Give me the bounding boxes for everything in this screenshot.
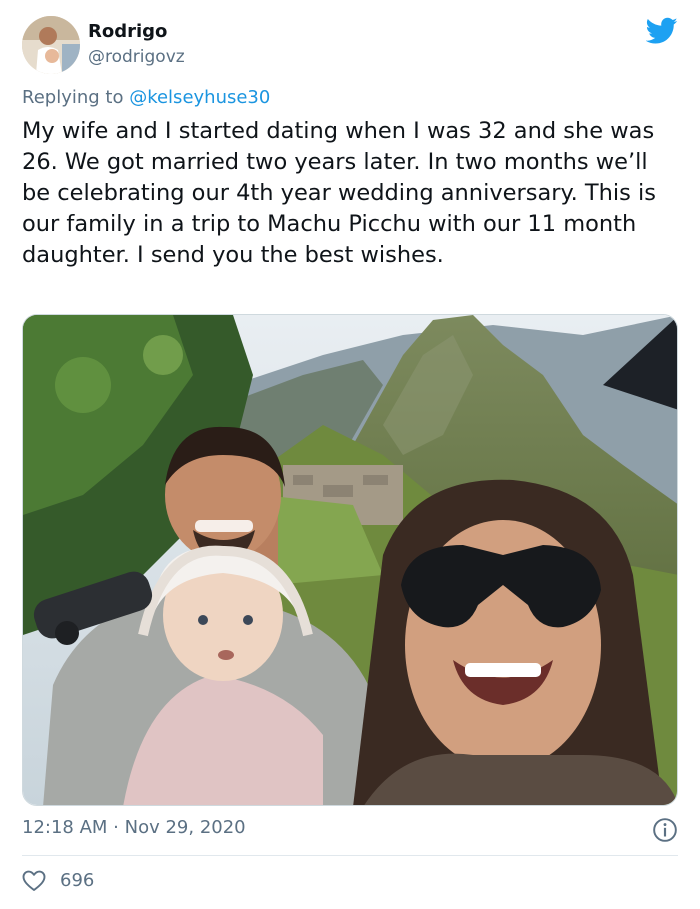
tweet-timestamp[interactable]: 12:18 AM · Nov 29, 2020 <box>22 816 246 840</box>
twitter-bird-icon[interactable] <box>646 17 678 45</box>
tweet-card: Rodrigo @rodrigovz Replying to @kelseyhu… <box>0 0 700 909</box>
display-name[interactable]: Rodrigo <box>88 21 167 43</box>
like-count[interactable]: 696 <box>60 869 94 893</box>
reply-mention-link[interactable]: @kelseyhuse30 <box>129 87 270 108</box>
reply-prefix: Replying to <box>22 87 130 108</box>
info-icon[interactable] <box>652 817 678 843</box>
family-photo <box>23 315 677 805</box>
avatar[interactable] <box>22 16 80 74</box>
divider <box>22 855 678 856</box>
tweet-date: Nov 29, 2020 <box>124 817 246 838</box>
user-handle[interactable]: @rodrigovz <box>88 46 185 68</box>
timestamp-separator: · <box>107 817 125 838</box>
tweet-text: My wife and I started dating when I was … <box>22 118 656 268</box>
tweet-photo[interactable] <box>22 314 678 806</box>
heart-icon[interactable] <box>22 870 46 892</box>
reply-context: Replying to @kelseyhuse30 <box>22 86 270 110</box>
avatar-image <box>22 16 80 74</box>
tweet-time: 12:18 AM <box>22 817 108 838</box>
